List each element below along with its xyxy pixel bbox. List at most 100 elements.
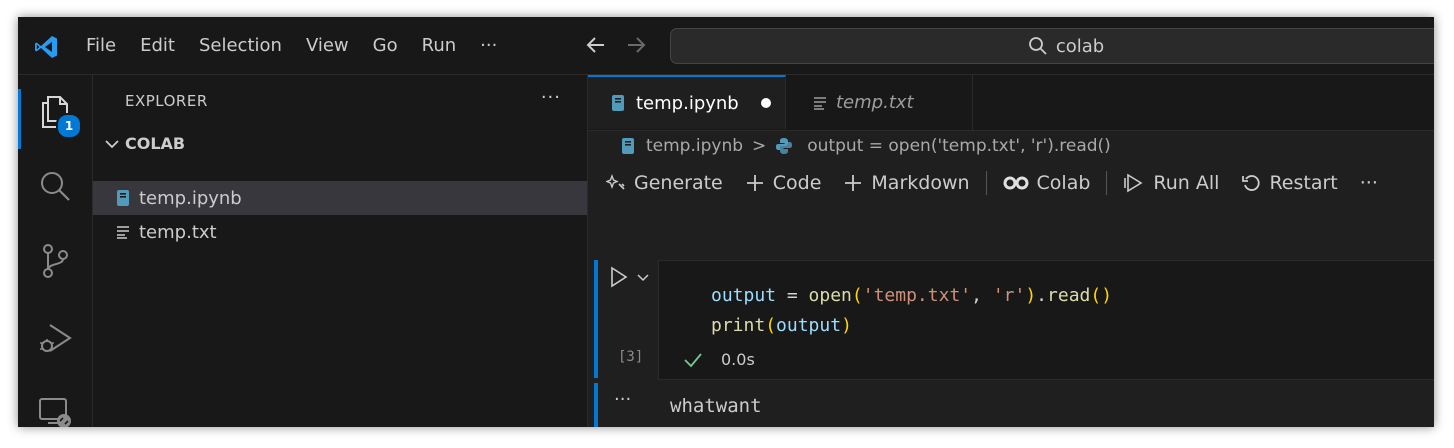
notebook-icon [612,95,624,111]
vscode-logo-icon[interactable] [33,34,59,60]
run-cell-icon[interactable] [608,266,630,288]
python-icon [776,138,793,154]
toolbar-divider [985,171,987,195]
menu-selection[interactable]: Selection [199,35,282,56]
tab-bar: temp.ipynb temp.txt [588,75,1434,131]
search-view-icon[interactable] [36,167,74,205]
menu-view[interactable]: View [306,35,349,56]
command-center-search[interactable]: colab [670,28,1434,64]
breadcrumb-separator: > [752,136,767,156]
run-all-label: Run All [1153,172,1220,194]
menu-edit[interactable]: Edit [140,35,175,56]
token-fn: print [711,315,766,336]
tab-temp-ipynb[interactable]: temp.ipynb [588,75,786,129]
cell-status: 0.0s [683,350,755,369]
add-code-button[interactable]: Code [745,172,822,194]
token-method: read [1047,285,1091,306]
sparkle-icon [606,174,625,190]
more-label: ··· [1359,172,1378,194]
add-markdown-button[interactable]: Markdown [843,172,970,194]
sidebar-more-button[interactable]: ··· [541,87,561,108]
token-call: () [1090,285,1113,306]
code-editor[interactable]: output = open('temp.txt', 'r').read() pr… [711,281,1112,341]
title-bar: File Edit Selection View Go Run ··· cola… [18,17,1434,75]
restart-icon [1242,175,1260,191]
remote-explorer-icon[interactable] [36,393,74,427]
token-var: output [776,315,842,336]
breadcrumb-file[interactable]: temp.ipynb [646,136,743,156]
run-all-button[interactable]: Run All [1123,172,1219,194]
cell-output: whatwant [670,395,762,417]
check-icon [684,352,702,367]
folder-colab[interactable]: COLAB [103,134,185,153]
text-file-icon [115,224,131,240]
file-label: temp.ipynb [139,187,242,209]
tab-label: temp.txt [836,92,914,113]
file-item-temp-txt[interactable]: temp.txt [93,215,587,249]
markdown-label: Markdown [871,172,970,194]
token-paren: ( [765,315,777,336]
restart-label: Restart [1269,172,1338,194]
token-op: = [776,285,809,306]
run-debug-icon[interactable] [36,319,74,357]
generate-label: Generate [634,172,723,194]
execution-count: [3] [618,349,644,365]
code-line-2: print(output) [711,315,852,336]
notebook-icon [115,189,131,207]
vscode-window: File Edit Selection View Go Run ··· cola… [18,17,1434,427]
sidebar-title: EXPLORER [125,92,208,110]
colab-button[interactable]: Colab [1003,172,1091,194]
folder-label: COLAB [125,134,186,153]
unsaved-dot-icon[interactable] [760,98,771,108]
restart-button[interactable]: Restart [1241,172,1338,194]
menu-run[interactable]: Run [422,35,457,56]
search-text: colab [1055,35,1105,57]
cell-focus-bar [594,260,598,378]
token-paren: ) [841,315,852,336]
notebook-editor: temp.ipynb temp.txt temp.ipynb > output … [588,75,1434,427]
run-all-icon [1124,173,1143,193]
output-more-button[interactable]: ··· [614,389,631,410]
generate-button[interactable]: Generate [606,172,723,194]
token-paren: ( [851,285,863,306]
token-string: 'r' [992,285,1026,306]
plus-icon [845,175,862,191]
token-comma: , [971,285,993,306]
file-label: temp.txt [139,221,217,243]
explorer-badge: 1 [56,113,82,139]
token-paren: ) [1025,285,1037,306]
code-line-1: output = open('temp.txt', 'r').read() [711,285,1112,306]
tab-temp-txt[interactable]: temp.txt [786,75,973,130]
token-fn: open [808,285,852,306]
file-item-temp-ipynb[interactable]: temp.ipynb [93,181,587,215]
menu-go[interactable]: Go [373,35,398,56]
code-cell[interactable]: output = open('temp.txt', 'r').read() pr… [658,260,1434,380]
plus-icon [746,175,763,191]
notebook-icon [622,138,634,154]
breadcrumb: temp.ipynb > output = open('temp.txt', '… [620,136,1111,156]
menu-more[interactable]: ··· [480,35,497,56]
chevron-down-icon [105,139,119,148]
back-arrow-icon[interactable] [583,32,609,58]
menu-bar: File Edit Selection View Go Run ··· [86,17,521,74]
active-indicator [18,89,21,149]
chevron-down-icon[interactable] [636,271,650,285]
forward-arrow-icon[interactable] [623,32,649,58]
token-dot: . [1036,285,1048,306]
token-string: 'temp.txt' [862,285,972,306]
cell-duration: 0.0s [721,350,755,369]
source-control-icon[interactable] [36,241,74,279]
colab-icon [1003,176,1029,190]
menu-file[interactable]: File [86,35,116,56]
token-var: output [711,285,777,306]
toolbar-divider [1106,171,1108,195]
breadcrumb-symbol[interactable]: output = open('temp.txt', 'r').read() [807,136,1111,156]
explorer-sidebar: EXPLORER ··· COLAB temp.ipynb temp.txt [93,75,588,427]
text-file-icon [814,96,826,110]
toolbar-more-button[interactable]: ··· [1360,172,1378,194]
colab-label: Colab [1036,172,1091,194]
notebook-toolbar: Generate Code Markdown Colab Run All Res… [606,171,1400,195]
search-icon [1028,37,1047,55]
code-label: Code [772,172,822,194]
activity-bar: 1 [18,75,93,427]
